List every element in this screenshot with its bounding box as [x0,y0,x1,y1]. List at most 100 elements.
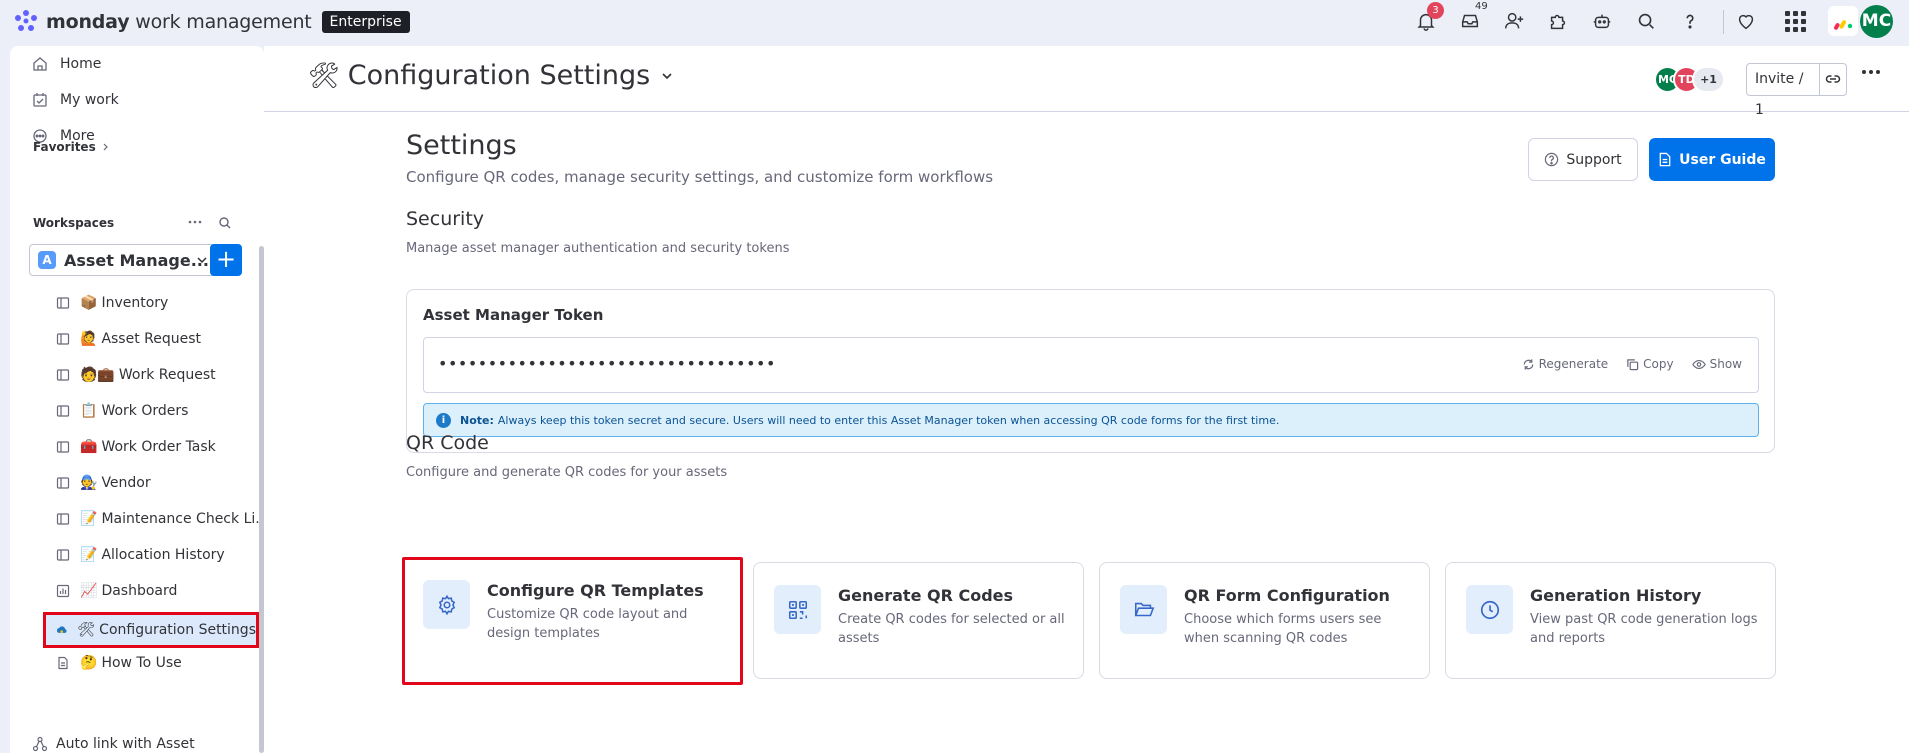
page-subtitle: Configure QR codes, manage security sett… [406,168,994,186]
workspace-search-button[interactable] [218,216,232,230]
board-icon [56,441,70,453]
auto-link-workflow[interactable]: Auto link with Asset [32,736,195,752]
board-asset-request[interactable]: 🙋 Asset Request [56,326,201,352]
generate-qr-codes-card[interactable]: Generate QR Codes Create QR codes for se… [753,562,1084,679]
qr-form-configuration-card[interactable]: QR Form Configuration Choose which forms… [1099,562,1430,679]
nav-home[interactable]: Home [32,56,101,72]
app-icon [57,626,67,633]
board-inventory[interactable]: 📦 Inventory [56,290,168,316]
favorites-label: Favorites [33,140,96,154]
wellness-button[interactable] [1735,10,1759,34]
board-label: Dashboard [101,583,178,599]
card-title: Generation History [1530,586,1702,605]
inbox-count: 49 [1475,1,1488,12]
left-sidebar: Home My work More Favorites Workspaces A… [10,46,269,753]
invite-button[interactable]: Invite / 1 [1747,64,1821,118]
show-button[interactable]: Show [1691,357,1742,371]
board-icon [56,477,70,489]
page-title: Settings [406,130,517,161]
copy-icon [1627,358,1639,370]
search-icon [1638,13,1654,29]
notifications-button[interactable]: 3 [1415,2,1444,34]
nav-home-label: Home [60,56,102,72]
token-field[interactable]: •••••••••••••••••••••••••••••••••• Regen… [423,337,1759,393]
note-text: Always keep this token secret and secure… [497,413,1280,427]
search-icon [219,217,231,229]
auto-link-label: Auto link with Asset [56,736,195,752]
board-configuration-settings[interactable]: 🛠 Configuration Settings [43,612,259,648]
divider [1723,10,1724,34]
note-bold: Note: [460,413,494,427]
board-emoji: 🧰 [80,439,98,455]
card-title: Generate QR Codes [838,586,1014,605]
security-title: Security [406,208,485,230]
heart-icon [1738,14,1754,30]
board-maintenance-check-list[interactable]: 📝 Maintenance Check Li... [56,506,269,532]
chevron-down-icon [197,257,207,264]
configure-qr-templates-card[interactable]: Configure QR Templates Customize QR code… [402,557,743,685]
board-work-request[interactable]: 🧑💼 Work Request [56,362,216,388]
help-button[interactable] [1679,10,1703,34]
apps-marketplace-button[interactable] [1547,10,1571,34]
board-label: How To Use [101,655,182,671]
question-icon [1686,14,1694,29]
add-item-button[interactable]: + [210,244,242,276]
grid-icon [1785,11,1809,32]
copy-label: Copy [1643,357,1674,371]
board-label: Vendor [101,475,151,491]
document-icon [1659,152,1671,167]
regenerate-label: Regenerate [1538,357,1609,371]
top-bar: monday work management Enterprise 3 49 M… [0,0,1909,44]
apps-grid-button[interactable] [1785,11,1809,35]
board-dashboard[interactable]: 📈 Dashboard [56,578,177,604]
monday-logo[interactable]: monday work management Enterprise [12,8,410,36]
board-allocation-history[interactable]: 📝 Allocation History [56,542,225,568]
help-circle-icon [1545,152,1559,167]
board-title: Configuration Settings [347,60,651,91]
inbox-button[interactable]: 49 [1459,1,1488,34]
nav-my-work[interactable]: My work [32,92,119,108]
doc-icon [58,656,68,670]
workspace-selector[interactable]: A Asset Manage... [29,244,216,276]
board-icon [56,297,70,309]
puzzle-icon [1550,14,1566,30]
qr-icon [774,585,821,634]
board-emoji: 🧑💼 [80,367,115,383]
search-button[interactable] [1635,10,1659,34]
chevron-down-icon [662,72,672,79]
more-members-badge[interactable]: +1 [1692,66,1725,93]
qr-code-title: QR Code [406,432,489,454]
add-person-icon [1505,12,1524,29]
card-title: Configure QR Templates [487,581,704,600]
copy-button[interactable]: Copy [1626,357,1674,371]
info-icon: i [436,412,451,428]
support-button[interactable]: Support [1528,138,1638,181]
token-value: •••••••••••••••••••••••••••••••••• [438,354,776,373]
notifications-count: 3 [1427,2,1444,19]
token-card: Asset Manager Token ••••••••••••••••••••… [406,289,1775,453]
board-how-to-use[interactable]: 🤔 How To Use [56,650,182,676]
user-guide-button[interactable]: User Guide [1649,138,1775,181]
board-title-dropdown[interactable]: 🛠 Configuration Settings [308,60,674,91]
token-note: i Note: Always keep this token secret an… [423,403,1759,437]
product-switcher[interactable] [1828,6,1858,36]
favorites-section[interactable]: Favorites [33,140,110,154]
board-emoji: 📈 [80,583,98,599]
board-work-orders[interactable]: 📋 Work Orders [56,398,188,424]
board-more-button[interactable] [1862,70,1880,74]
token-label: Asset Manager Token [423,306,604,324]
invite-members-button[interactable] [1503,10,1527,34]
ai-assistant-button[interactable] [1591,10,1615,34]
regenerate-button[interactable]: Regenerate [1522,357,1609,371]
board-members[interactable]: MC TD +1 [1654,66,1725,93]
link-icon [1826,74,1841,83]
security-subtitle: Manage asset manager authentication and … [406,241,790,256]
user-avatar[interactable]: MC [1860,5,1893,38]
board-vendor[interactable]: 🧑‍🔧 Vendor [56,470,151,496]
workspace-options-button[interactable] [187,216,203,228]
copy-link-button[interactable] [1820,71,1846,89]
generation-history-card[interactable]: Generation History View past QR code gen… [1445,562,1776,679]
board-label: Work Orders [101,403,189,419]
board-work-order-task[interactable]: 🧰 Work Order Task [56,434,216,460]
board-emoji: 🙋 [80,331,98,347]
